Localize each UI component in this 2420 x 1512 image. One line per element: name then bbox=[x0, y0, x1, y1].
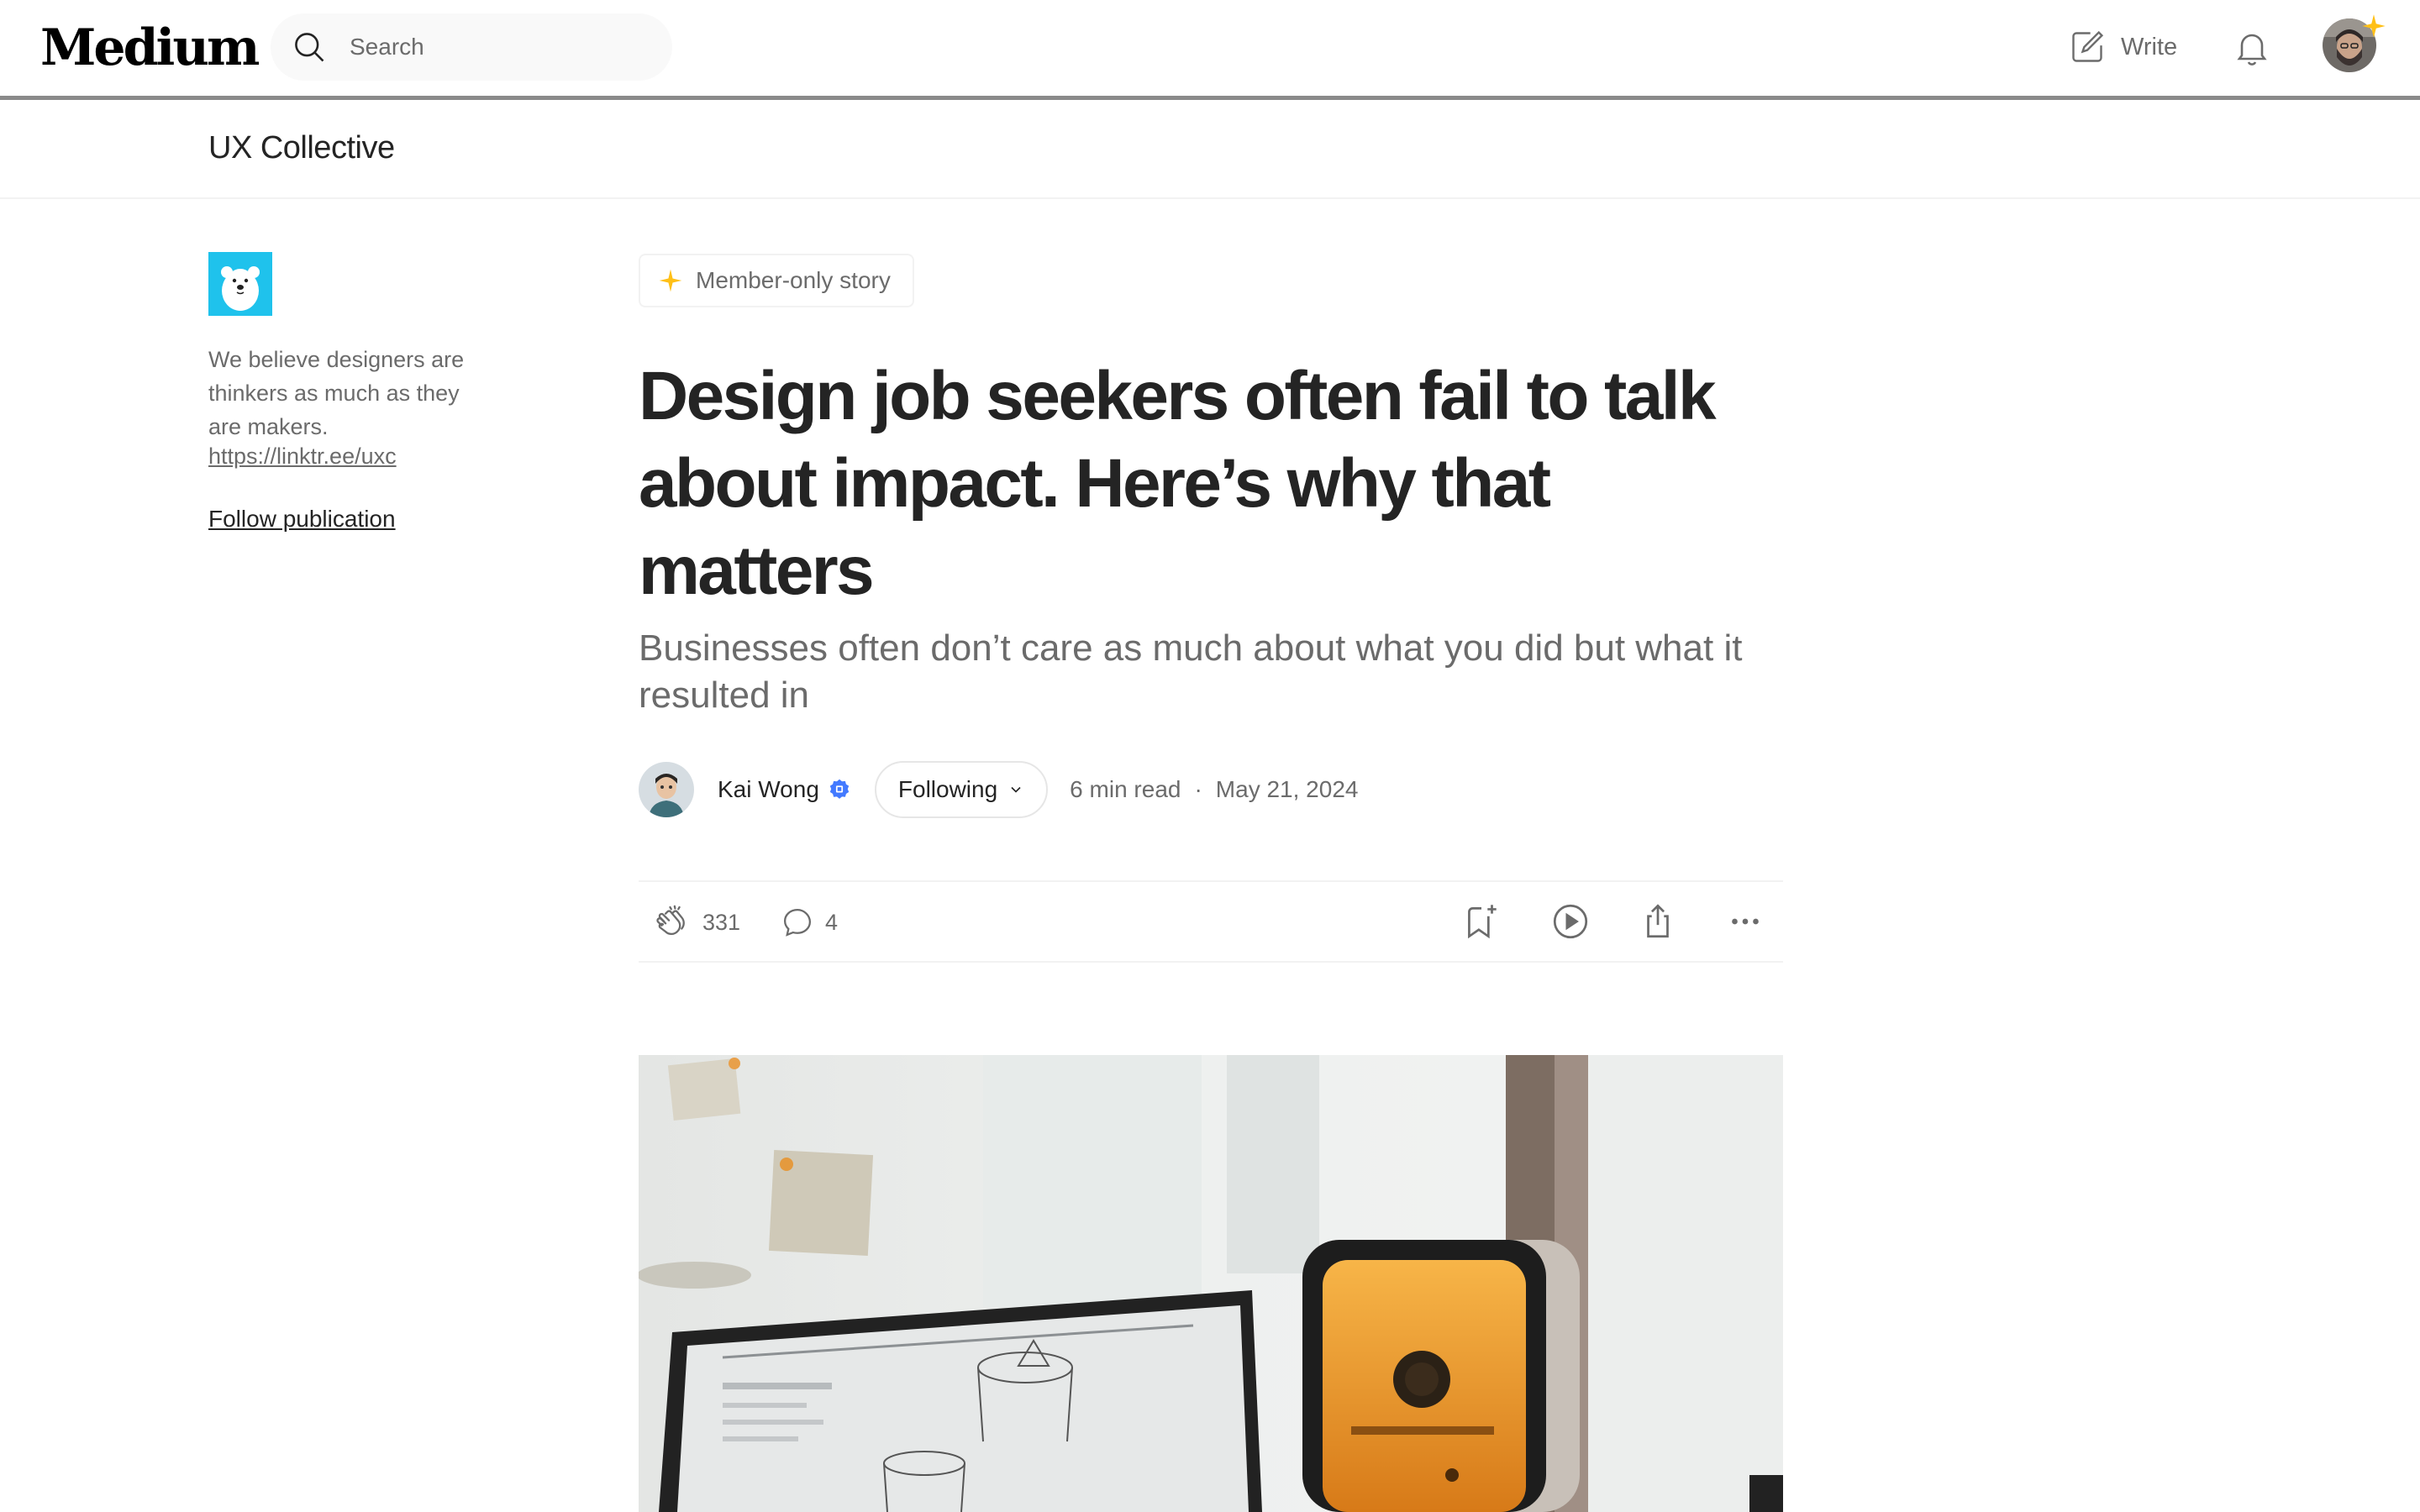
notifications-bell-icon[interactable] bbox=[2232, 27, 2272, 67]
clap-icon bbox=[656, 905, 685, 936]
author-byline: Kai Wong Following 6 min read · May 21, … bbox=[639, 761, 1358, 818]
follow-publication-button[interactable]: Follow publication bbox=[208, 506, 396, 533]
user-avatar-menu[interactable] bbox=[2323, 14, 2386, 76]
publication-header: UX Collective bbox=[0, 100, 2420, 199]
comment-icon bbox=[783, 908, 812, 937]
read-time: 6 min read bbox=[1070, 776, 1181, 802]
search-icon bbox=[295, 33, 324, 62]
article-action-bar: 331 4 bbox=[639, 880, 1783, 963]
publication-link[interactable]: https://linktr.ee/uxc bbox=[208, 444, 397, 470]
article-hero-image bbox=[639, 1055, 1783, 1512]
comment-count: 4 bbox=[825, 909, 839, 935]
write-label: Write bbox=[2121, 33, 2178, 60]
chevron-down-icon bbox=[1011, 786, 1021, 793]
meta-separator: · bbox=[1194, 776, 1202, 802]
listen-play-icon[interactable] bbox=[1549, 900, 1591, 942]
medium-logo[interactable]: Medium bbox=[40, 18, 260, 77]
search-box[interactable] bbox=[271, 13, 672, 81]
more-options-icon[interactable] bbox=[1724, 900, 1766, 942]
following-dropdown-button[interactable]: Following bbox=[874, 761, 1049, 818]
following-label: Following bbox=[897, 776, 998, 802]
article-subtitle: Businesses often don’t care as much abou… bbox=[639, 627, 1743, 716]
verified-badge-icon bbox=[829, 779, 850, 799]
clap-count: 331 bbox=[702, 909, 741, 935]
publication-description: We believe designers are thinkers as muc… bbox=[208, 347, 465, 439]
comments-button[interactable]: 4 bbox=[780, 902, 838, 942]
write-button[interactable]: Write bbox=[2069, 25, 2177, 69]
member-star-icon bbox=[2362, 14, 2386, 38]
publication-logo[interactable] bbox=[208, 252, 272, 316]
publication-name[interactable]: UX Collective bbox=[208, 130, 395, 166]
author-avatar[interactable] bbox=[639, 762, 694, 817]
publish-date: May 21, 2024 bbox=[1215, 776, 1359, 802]
search-input[interactable] bbox=[350, 13, 652, 81]
clap-button[interactable]: 331 bbox=[652, 902, 740, 942]
bookmark-add-icon[interactable] bbox=[1460, 900, 1502, 942]
member-only-label: Member-only story bbox=[696, 267, 891, 293]
member-only-badge: Member-only story bbox=[639, 254, 914, 307]
write-icon bbox=[2072, 30, 2104, 62]
top-navigation-bar: Medium Write bbox=[0, 0, 2420, 96]
article-title: Design job seekers often fail to talk ab… bbox=[639, 358, 1717, 609]
member-star-icon bbox=[659, 269, 682, 292]
share-icon[interactable] bbox=[1637, 900, 1679, 942]
author-name[interactable]: Kai Wong bbox=[718, 776, 819, 803]
